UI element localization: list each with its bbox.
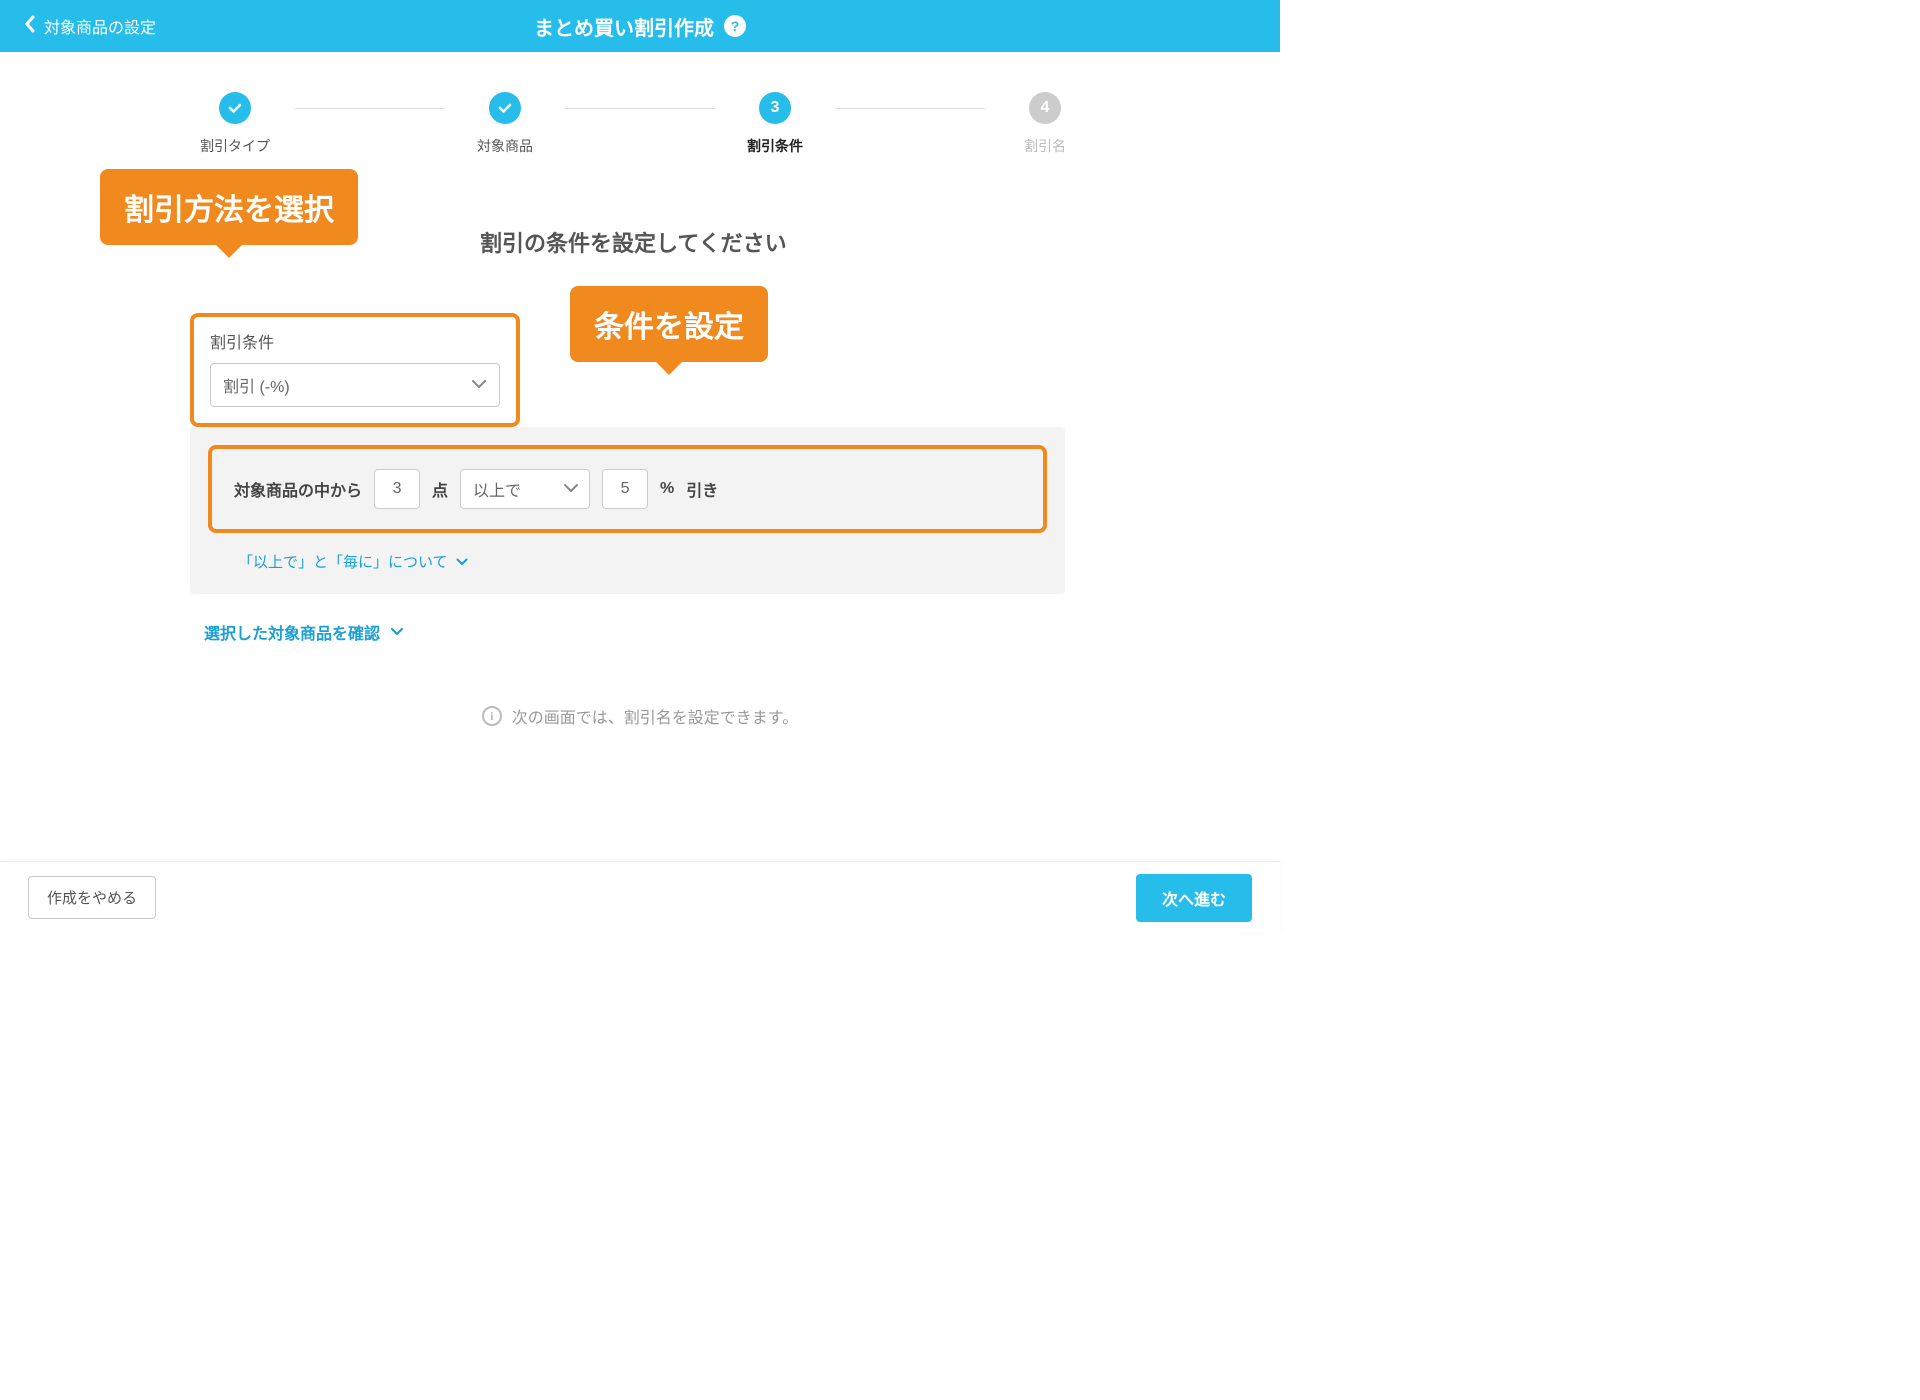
quantity-input[interactable] (374, 469, 420, 509)
chevron-left-icon (24, 15, 36, 38)
main-content: 割引方法を選択 条件を設定 割引の条件を設定してください 割引条件 割引 (-%… (0, 166, 1280, 728)
step-target-products: 対象商品 (445, 92, 565, 156)
footer-bar: 作成をやめる 次へ進む (0, 861, 1280, 933)
chevron-down-icon (390, 623, 404, 641)
help-icon[interactable]: ? (724, 15, 746, 37)
info-text: 次の画面では、割引名を設定できます。 (512, 704, 798, 728)
discount-method-box: 割引条件 割引 (-%) (190, 313, 520, 427)
percent-unit: % (660, 480, 674, 498)
back-label: 対象商品の設定 (44, 14, 156, 38)
step-discount-name: 4 割引名 (985, 92, 1105, 156)
condition-rule-box: 対象商品の中から 点 以上で % 引き (208, 445, 1047, 533)
select-value: 割引 (-%) (223, 373, 290, 397)
step-label: 割引名 (1024, 136, 1066, 156)
header-bar: 対象商品の設定 まとめ買い割引作成 ? (0, 0, 1280, 52)
progress-stepper: 割引タイプ 対象商品 3 割引条件 4 割引名 (0, 52, 1280, 166)
rule-prefix: 対象商品の中から (234, 477, 362, 501)
callout-set-condition: 条件を設定 (570, 286, 768, 362)
info-row: i 次の画面では、割引名を設定できます。 (190, 704, 1090, 728)
header-title: まとめ買い割引作成 ? (534, 12, 746, 41)
chevron-down-icon (471, 376, 487, 394)
confirm-products-link[interactable]: 選択した対象商品を確認 (204, 620, 404, 644)
step-label: 割引タイプ (200, 136, 270, 156)
discount-type-select[interactable]: 割引 (-%) (210, 363, 500, 407)
about-operators-link[interactable]: 「以上で」と「毎に」について (238, 551, 468, 572)
link-text: 「以上で」と「毎に」について (238, 551, 448, 572)
condition-field-label: 割引条件 (210, 329, 500, 353)
step-discount-condition: 3 割引条件 (715, 92, 835, 156)
page-title: まとめ買い割引作成 (534, 12, 714, 41)
next-button[interactable]: 次へ進む (1136, 874, 1252, 922)
operator-select[interactable]: 以上で (460, 469, 590, 509)
condition-panel: 対象商品の中から 点 以上で % 引き 「以上で」と「毎に」について (190, 427, 1065, 594)
percent-input[interactable] (602, 469, 648, 509)
callout-select-method: 割引方法を選択 (100, 169, 358, 245)
step-connector (565, 108, 715, 109)
check-icon (489, 92, 521, 124)
back-button[interactable]: 対象商品の設定 (0, 14, 156, 38)
info-icon: i (482, 706, 502, 726)
select-value: 以上で (473, 477, 521, 501)
step-connector (835, 108, 985, 109)
cancel-button[interactable]: 作成をやめる (28, 876, 156, 919)
check-icon (219, 92, 251, 124)
qty-unit: 点 (432, 477, 448, 501)
step-number-badge: 4 (1029, 92, 1061, 124)
rule-suffix: 引き (686, 477, 718, 501)
step-connector (295, 108, 445, 109)
step-discount-type: 割引タイプ (175, 92, 295, 156)
link-text: 選択した対象商品を確認 (204, 620, 380, 644)
chevron-down-icon (456, 553, 468, 570)
chevron-down-icon (563, 480, 579, 498)
step-label: 割引条件 (747, 136, 803, 156)
step-number-badge: 3 (759, 92, 791, 124)
section-heading: 割引の条件を設定してください (480, 226, 1090, 258)
step-label: 対象商品 (477, 136, 533, 156)
